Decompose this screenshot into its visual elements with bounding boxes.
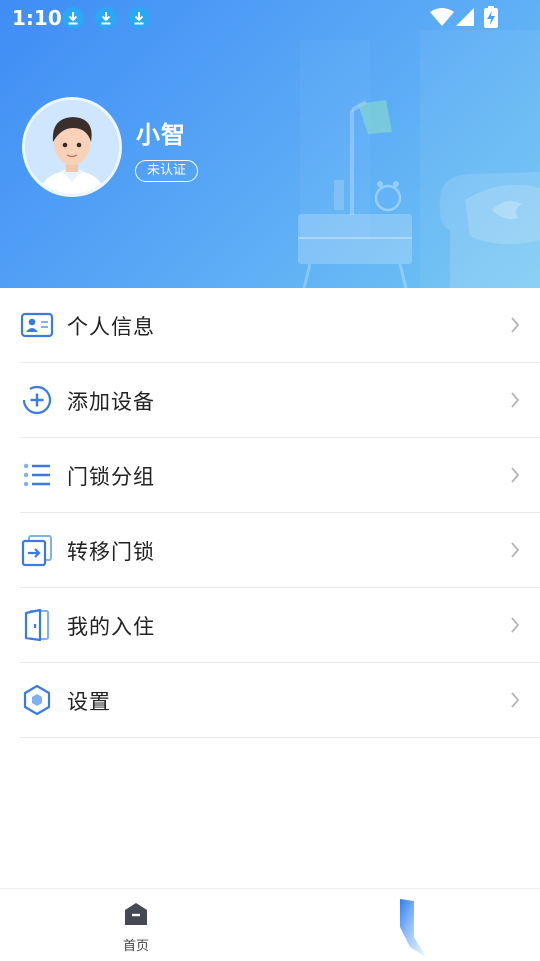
download-icon: [62, 7, 84, 29]
menu-item-label: 我的入住: [67, 615, 155, 639]
chevron-right-icon: [511, 692, 520, 708]
menu-list: 个人信息 添加设备 门锁分组 转移门锁 我的入住 设置: [0, 288, 540, 738]
mine-icon[interactable]: [396, 897, 430, 957]
menu-item-add-device[interactable]: 添加设备: [20, 363, 540, 438]
download-icon: [95, 7, 117, 29]
transfer-icon: [21, 535, 52, 567]
user-avatar-illustration: [25, 100, 119, 194]
signal-icon: [456, 8, 474, 26]
bottom-navigation: 首页: [0, 888, 540, 961]
chevron-right-icon: [511, 617, 520, 633]
menu-item-label: 个人信息: [67, 315, 155, 339]
menu-item-settings[interactable]: 设置: [20, 663, 540, 738]
status-time: 1:10: [12, 6, 62, 30]
add-circle-icon: [22, 385, 52, 415]
door-icon: [24, 608, 49, 642]
user-name: 小智: [136, 121, 186, 149]
menu-item-lock-groups[interactable]: 门锁分组: [20, 438, 540, 513]
menu-item-transfer-lock[interactable]: 转移门锁: [20, 513, 540, 588]
download-icon: [128, 7, 150, 29]
chevron-right-icon: [511, 317, 520, 333]
menu-item-label: 设置: [67, 690, 111, 714]
chevron-right-icon: [511, 467, 520, 483]
tab-home[interactable]: 首页: [96, 899, 176, 959]
wifi-icon: [430, 8, 454, 26]
hexagon-settings-icon: [23, 684, 51, 716]
chevron-right-icon: [511, 542, 520, 558]
home-icon: [125, 903, 147, 925]
menu-item-label: 添加设备: [67, 390, 155, 414]
verification-status-badge[interactable]: 未认证: [135, 160, 199, 182]
menu-item-label: 转移门锁: [67, 540, 155, 564]
chevron-right-icon: [511, 392, 520, 408]
battery-charging-icon: [484, 6, 498, 28]
avatar[interactable]: [22, 97, 122, 197]
status-bar: 1:10: [0, 0, 540, 36]
menu-item-label: 门锁分组: [67, 465, 155, 489]
menu-item-personal-info[interactable]: 个人信息: [20, 288, 540, 363]
id-card-icon: [20, 312, 54, 338]
menu-item-my-checkin[interactable]: 我的入住: [20, 588, 540, 663]
profile-header: 1:10 小智 未认证: [0, 0, 540, 288]
list-icon: [23, 463, 50, 487]
tab-home-label: 首页: [122, 939, 149, 954]
